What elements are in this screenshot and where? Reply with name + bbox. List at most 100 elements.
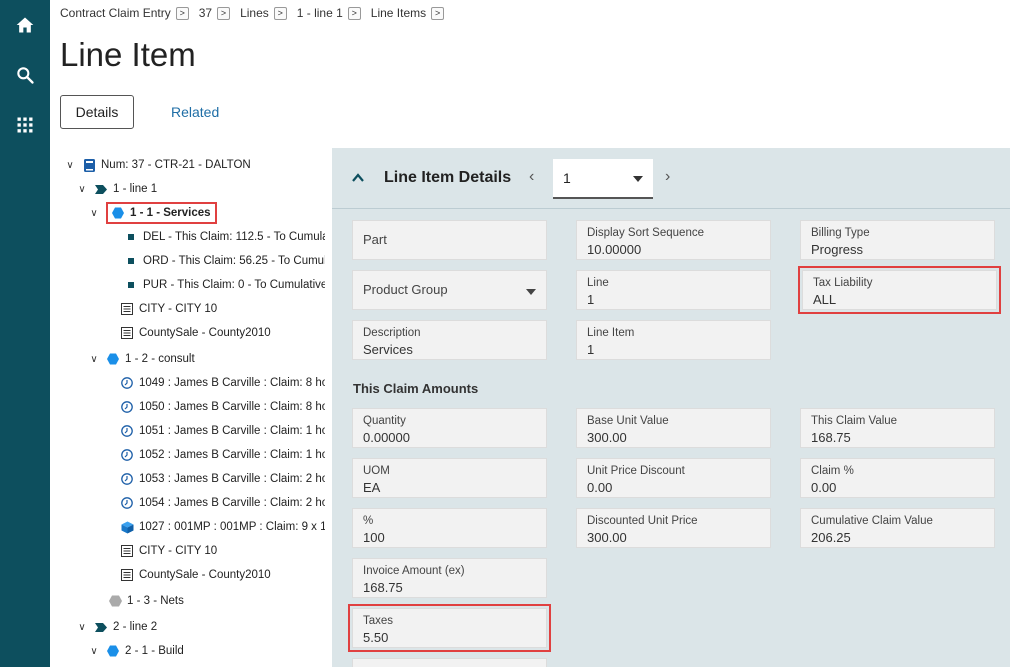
chevron-down-icon[interactable]: ∨: [64, 160, 76, 171]
line-selector-dropdown[interactable]: 1: [553, 159, 653, 199]
clock-icon: [120, 448, 134, 462]
selected-tree-item-highlight[interactable]: 1 - 1 - Services: [106, 202, 217, 224]
tree-item-label[interactable]: Num: 37 - CTR-21 - DALTON: [101, 159, 251, 171]
line-item-field[interactable]: Line Item 1: [576, 320, 771, 360]
uom-field[interactable]: UOM EA: [352, 458, 547, 498]
tree-item[interactable]: DEL - This Claim: 112.5 - To Cumulati: [124, 226, 325, 248]
tree-item-label[interactable]: 2 - line 2: [113, 621, 157, 633]
tree-item-label[interactable]: 1 - 3 - Nets: [127, 595, 184, 607]
chevron-right-icon[interactable]: >: [273, 6, 287, 20]
tree-item[interactable]: ∨ 2 - 1 - Build: [88, 640, 184, 662]
tree-item[interactable]: CountySale - County2010: [120, 322, 271, 344]
tree-item[interactable]: ∨ 1 - line 1: [76, 178, 157, 200]
tree-item-label[interactable]: 1027 : 001MP : 001MP : Claim: 9 x 11 (: [139, 521, 325, 533]
chevron-down-icon[interactable]: ∨: [88, 646, 100, 657]
tree-item-label[interactable]: CountySale - County2010: [139, 327, 271, 339]
breadcrumb-label[interactable]: Lines: [240, 6, 269, 20]
tree-item-selected[interactable]: ∨ 1 - 1 - Services: [88, 202, 217, 224]
chevron-up-icon[interactable]: [350, 170, 366, 186]
tree-item-label[interactable]: ORD - This Claim: 56.25 - To Cumulat: [143, 255, 325, 267]
tree-item-label[interactable]: 1 - line 1: [113, 183, 157, 195]
tree-item[interactable]: 1052 : James B Carville : Claim: 1 hou: [120, 444, 325, 466]
tree-item[interactable]: 1051 : James B Carville : Claim: 1 hou: [120, 420, 325, 442]
tree-item[interactable]: 1054 : James B Carville : Claim: 2 hou: [120, 492, 325, 514]
tax-liability-field[interactable]: Tax Liability ALL: [798, 266, 1001, 314]
search-icon[interactable]: [0, 55, 50, 95]
tree-item-label[interactable]: 1050 : James B Carville : Claim: 8 hou: [139, 401, 325, 413]
chevron-down-icon[interactable]: ∨: [88, 354, 100, 365]
chevron-down-icon[interactable]: ∨: [76, 184, 88, 195]
chevron-right-icon[interactable]: >: [431, 6, 445, 20]
quantity-field[interactable]: Quantity 0.00000: [352, 408, 547, 448]
field-label: Base Unit Value: [587, 415, 669, 427]
tree-item[interactable]: 1 - 3 - Nets: [108, 590, 184, 612]
percent-field[interactable]: % 100: [352, 508, 547, 548]
tab-related[interactable]: Related: [171, 104, 219, 120]
breadcrumb-label[interactable]: 37: [199, 6, 212, 20]
invoice-amount-field[interactable]: Invoice Amount (ex) 168.75: [352, 558, 547, 598]
breadcrumb-item[interactable]: Line Items >: [371, 6, 445, 20]
tree-item-label[interactable]: 1049 : James B Carville : Claim: 8 hou: [139, 377, 325, 389]
claim-percent-field[interactable]: Claim % 0.00: [800, 458, 995, 498]
tree-item-label[interactable]: DEL - This Claim: 112.5 - To Cumulati: [143, 231, 325, 243]
description-field[interactable]: Description Services: [352, 320, 547, 360]
this-claim-value-field[interactable]: This Claim Value 168.75: [800, 408, 995, 448]
tree-item[interactable]: CITY - CITY 10: [120, 298, 217, 320]
chevron-right-icon[interactable]: >: [347, 6, 361, 20]
list-icon: [120, 544, 134, 558]
chevron-down-icon[interactable]: ∨: [88, 208, 100, 219]
tree-item-label[interactable]: 2 - 1 - Build: [125, 645, 184, 657]
unit-price-discount-field[interactable]: Unit Price Discount 0.00: [576, 458, 771, 498]
field-label: This Claim Value: [811, 415, 898, 427]
tree-item[interactable]: CITY - CITY 10: [120, 540, 217, 562]
tree-item[interactable]: CountySale - County2010: [120, 564, 271, 586]
breadcrumb-label[interactable]: Line Items: [371, 6, 426, 20]
tree-item-label[interactable]: 1052 : James B Carville : Claim: 1 hou: [139, 449, 325, 461]
field-label: Display Sort Sequence: [587, 227, 704, 239]
breadcrumb-item[interactable]: 37 >: [199, 6, 231, 20]
breadcrumb-item[interactable]: 1 - line 1 >: [297, 6, 361, 20]
tree-item[interactable]: ∨ 2 - line 2: [76, 616, 157, 638]
base-unit-value-field[interactable]: Base Unit Value 300.00: [576, 408, 771, 448]
discounted-unit-price-field[interactable]: Discounted Unit Price 300.00: [576, 508, 771, 548]
clock-icon: [120, 376, 134, 390]
clock-icon: [120, 496, 134, 510]
tree-item[interactable]: ORD - This Claim: 56.25 - To Cumulat: [124, 250, 325, 272]
chevron-left-icon[interactable]: ‹: [529, 168, 534, 186]
tree-item-label[interactable]: CITY - CITY 10: [139, 545, 217, 557]
tree-item[interactable]: 1027 : 001MP : 001MP : Claim: 9 x 11 (: [120, 516, 325, 538]
tree-item[interactable]: ∨ Num: 37 - CTR-21 - DALTON: [64, 154, 251, 176]
tree-item-label[interactable]: 1051 : James B Carville : Claim: 1 hou: [139, 425, 325, 437]
part-field[interactable]: Part: [352, 220, 547, 260]
product-group-dropdown[interactable]: Product Group: [352, 270, 547, 310]
breadcrumb-item[interactable]: Contract Claim Entry >: [60, 6, 189, 20]
chevron-right-icon[interactable]: ›: [665, 168, 670, 186]
tree-item-label[interactable]: CITY - CITY 10: [139, 303, 217, 315]
chevron-right-icon[interactable]: >: [217, 6, 231, 20]
breadcrumb-item[interactable]: Lines >: [240, 6, 287, 20]
tree-item[interactable]: ∨ 1 - 2 - consult: [88, 348, 195, 370]
tree-item-label[interactable]: 1053 : James B Carville : Claim: 2 hou: [139, 473, 325, 485]
line-field[interactable]: Line 1: [576, 270, 771, 310]
apps-grid-icon[interactable]: [0, 105, 50, 145]
home-icon[interactable]: [0, 5, 50, 45]
tree-item-label[interactable]: CountySale - County2010: [139, 569, 271, 581]
tree-item-label[interactable]: 1 - 2 - consult: [125, 353, 195, 365]
tree-item-label[interactable]: PUR - This Claim: 0 - To Cumulative: :: [143, 279, 325, 291]
breadcrumb-label[interactable]: Contract Claim Entry: [60, 6, 171, 20]
breadcrumb-label[interactable]: 1 - line 1: [297, 6, 343, 20]
tree-item-label[interactable]: 1054 : James B Carville : Claim: 2 hou: [139, 497, 325, 509]
chevron-right-icon[interactable]: >: [175, 6, 189, 20]
tree-item[interactable]: 1050 : James B Carville : Claim: 8 hou: [120, 396, 325, 418]
tree-item[interactable]: 1053 : James B Carville : Claim: 2 hou: [120, 468, 325, 490]
tree-item-label[interactable]: 1 - 1 - Services: [130, 207, 211, 219]
chevron-down-icon[interactable]: ∨: [76, 622, 88, 633]
next-field-partial[interactable]: [352, 658, 547, 667]
tab-details[interactable]: Details: [60, 95, 134, 129]
taxes-field[interactable]: Taxes 5.50: [348, 604, 551, 652]
display-sort-sequence-field[interactable]: Display Sort Sequence 10.00000: [576, 220, 771, 260]
billing-type-field[interactable]: Billing Type Progress: [800, 220, 995, 260]
tree-item[interactable]: PUR - This Claim: 0 - To Cumulative: :: [124, 274, 325, 296]
cumulative-claim-value-field[interactable]: Cumulative Claim Value 206.25: [800, 508, 995, 548]
tree-item[interactable]: 1049 : James B Carville : Claim: 8 hou: [120, 372, 325, 394]
